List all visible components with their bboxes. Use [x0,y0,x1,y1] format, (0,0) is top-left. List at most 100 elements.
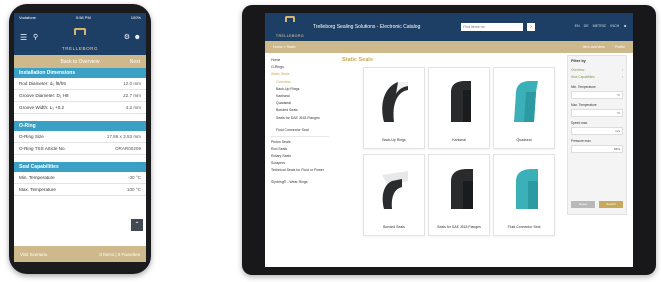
seal-profile-image [443,78,477,124]
sidebar-divider [271,135,329,137]
menu-icon[interactable]: ☰ [20,34,27,42]
cart-summary[interactable]: 0 Items | 0 Favorites [99,252,140,257]
filter-field-label: Speed max. [571,121,589,125]
filter-link-overview[interactable]: Overview › [571,67,623,74]
phone-screen: Vodafone 5:58 PM 100% ☰ ⚲ TRELLEBORG ⚙ ☻… [14,13,146,262]
section-header: Installation Dimensions [14,68,146,78]
sidebar-item-label: Scrapers [271,161,286,166]
filter-field-input[interactable]: MPa [571,145,623,153]
filter-actions: Reset Search [571,201,623,208]
sidebar-item-label: Home [271,58,281,62]
trelleborg-logo[interactable]: TRELLEBORG [273,16,307,42]
filter-field-label: Pressure max. [571,139,592,143]
phone-footer-bar: Visit Scenario 0 Items | 0 Favorites [14,246,146,262]
next-button[interactable]: Next [130,59,140,65]
sidebar-item[interactable]: Seals for SAE J518 Flanges [271,115,329,127]
sidebar-item[interactable]: Slydring® - Wear Rings [271,179,329,186]
filter-field-input[interactable]: °C [571,91,623,99]
gear-icon[interactable]: ⚙ [124,34,130,42]
search-button[interactable]: › [527,23,535,31]
header-options: EN DE METRIC INCH ☻ [575,24,627,28]
result-sections: Installation Dimensions Rod Diameter: d₀ … [14,68,146,196]
sidebar-item[interactable]: Quadseal [271,100,329,107]
sidebar-item[interactable]: Home [271,57,329,64]
visit-scenario-link[interactable]: Visit Scenario [20,252,47,257]
profile-link[interactable]: Profile [615,45,625,49]
user-icon[interactable]: ☻ [134,34,141,42]
product-card[interactable]: Kantseal [428,67,490,149]
sidebar-item-label: Piston Seals [271,139,291,144]
seal-profile-image [378,165,412,211]
crown-icon [74,28,86,35]
sidebar-item[interactable]: O-Rings [271,64,329,71]
lang-de[interactable]: DE [584,24,589,28]
sidebar-item-label: O-Rings [271,65,284,70]
spec-row: Rod Diameter: d₀ f8/h9 12.0 mm [14,78,146,90]
reset-button[interactable]: Reset [571,201,595,208]
filter-field-input[interactable]: °C [571,109,623,117]
product-card[interactable]: Bonded Seals [363,154,425,236]
unit-inch[interactable]: INCH [610,24,619,28]
spec-value: 22.7 mm [123,93,141,98]
sidebar-item[interactable]: Kantseal [271,93,329,100]
breadcrumb[interactable]: Home » Static [273,45,296,49]
user-icon[interactable]: ☻ [623,24,627,28]
sidebar-item[interactable]: Overview [271,79,329,86]
filter-field-input[interactable]: m/s [571,127,623,135]
filter-search-button[interactable]: Search [599,201,623,208]
product-card[interactable]: Quadseal [493,67,555,149]
carrier-label: Vodafone [19,15,36,20]
section-gap [14,155,146,162]
spec-row: Min. Temperature -30 °C [14,172,146,184]
seal-profile-image [508,78,542,124]
spec-value: 17.86 x 3.53 mm [106,134,141,139]
spec-label: Min. Temperature [19,175,55,180]
sidebar-item[interactable]: Piston Seals [271,139,329,146]
sidebar-item[interactable]: Scrapers [271,160,329,167]
tablet-device: TRELLEBORG Trelleborg Sealing Solutions … [242,5,656,275]
sidebar-item-label: Bonded Seals [276,108,298,113]
sidebar-item-label: Quadseal [276,101,291,106]
sidebar-item-label: Technical Seals for Fluid or Power [271,168,324,173]
spec-value: 100 °C [126,187,141,192]
item-overview-link[interactable]: Item overview [583,45,605,49]
sidebar-item[interactable]: Bonded Seals [271,107,329,114]
page-title: Static Seals [342,57,373,63]
product-card[interactable]: Back-Up Rings [363,67,425,149]
filter-link-capabilities[interactable]: Seal Capabilities › [571,74,623,81]
product-card-label: Bonded Seals [383,224,405,229]
spec-value: -30 °C [127,175,141,180]
sidebar-item-label: Static Seals [271,72,290,77]
lang-en[interactable]: EN [575,24,580,28]
product-card[interactable]: Seals for SAE J518 Flanges [428,154,490,236]
sidebar-item[interactable]: Back-Up Rings [271,86,329,93]
filter-title: Filter by [571,59,586,63]
search-icon[interactable]: ⚲ [33,34,38,42]
sidebar-item-label: Overview [276,79,291,84]
spec-row: Groove Width: L₁ +0.2 4.2 mm [14,102,146,114]
spec-row: O-Ring Size 17.86 x 3.53 mm [14,131,146,143]
section-header: Seal Capabilities [14,162,146,172]
sidebar-item[interactable]: Fluid Connector Seal [271,127,329,134]
seal-profile-image [378,78,412,124]
breadcrumb-bar: Home » Static Item overview Profile [265,41,633,53]
sidebar-item[interactable]: Rod Seals [271,146,329,153]
product-card-label: Quadseal [516,137,532,142]
unit-metric[interactable]: METRIC [593,24,607,28]
clock: 5:58 PM [75,15,91,20]
product-card-label: Kantseal [452,137,466,142]
filter-fields: Min. Temperature °C Max. Temperature °C Spee… [571,85,623,153]
sidebar-item-label: Seals for SAE J518 Flanges [276,115,320,120]
sidebar-item[interactable]: Static Seals [271,71,329,78]
product-showcase: Vodafone 5:58 PM 100% ☰ ⚲ TRELLEBORG ⚙ ☻… [0,0,661,282]
product-card[interactable]: Fluid Connector Seal [493,154,555,236]
spec-row: Max. Temperature 100 °C [14,184,146,196]
sidebar-item[interactable]: Technical Seals for Fluid or Power [271,167,329,179]
phone-app-header: ☰ ⚲ TRELLEBORG ⚙ ☻ [14,22,146,55]
sidebar-item[interactable]: Rotary Seals [271,153,329,160]
scroll-up-button[interactable]: ⌃ [131,219,143,231]
sidebar-item-label: Fluid Connector Seal [276,127,309,132]
search-input[interactable] [461,23,523,31]
back-to-overview-button[interactable]: Back to Overview Next [14,55,146,68]
phone-status-bar: Vodafone 5:58 PM 100% [14,13,146,22]
